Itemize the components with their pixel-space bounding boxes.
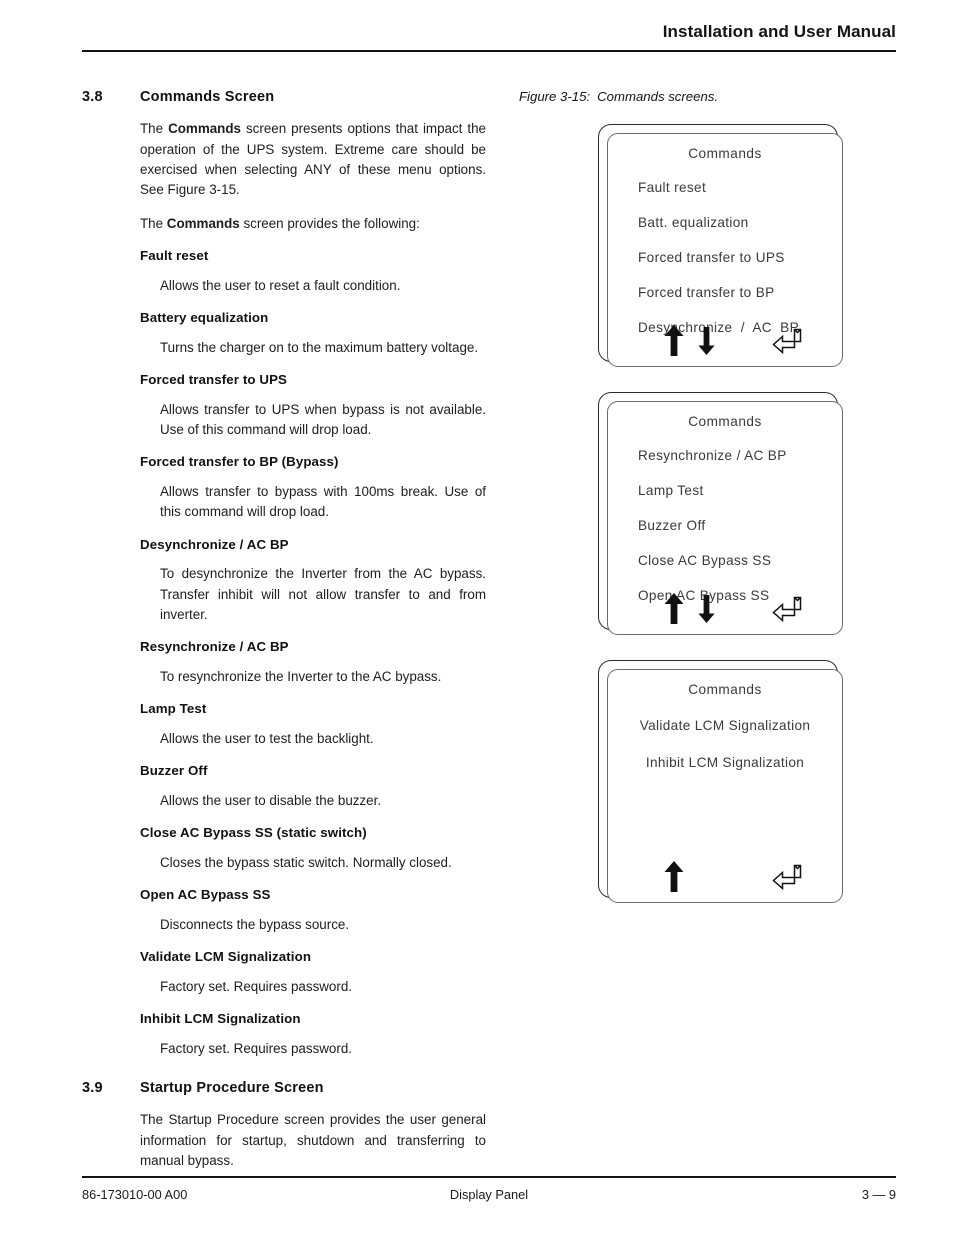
lcd-button-row <box>608 588 842 625</box>
intro-2-bold: Commands <box>166 215 240 231</box>
up-arrow-icon[interactable] <box>664 861 684 893</box>
term-battery-equalization: Battery equalization <box>140 309 269 325</box>
lcd-menu-item[interactable]: Inhibit LCM Signalization <box>608 755 842 771</box>
header-divider <box>82 50 896 53</box>
section-title: Commands Screen <box>140 89 275 105</box>
lcd-panel-2: Commands Resynchronize / AC BP Lamp Test… <box>598 392 846 638</box>
term-close-ac-bypass-ss: Close AC Bypass SS (static switch) <box>140 825 367 841</box>
definition-open-ac-bypass-ss: Disconnects the bypass source. <box>160 916 350 932</box>
definition-inhibit-lcm-signalization: Factory set. Requires password. <box>160 1040 353 1056</box>
section-3-8-intro-paragraph-1: The Commands screen presents options tha… <box>140 119 486 201</box>
section-3-9-intro-paragraph: The Startup Procedure screen provides th… <box>140 1112 486 1169</box>
definition-forced-transfer-to-bp: Allows transfer to bypass with 100ms bre… <box>160 483 486 520</box>
section-heading-3-8: 3.8 Commands Screen <box>82 88 486 106</box>
lcd-menu-item[interactable]: Batt. equalization <box>608 215 842 231</box>
enter-arrow-icon[interactable] <box>772 328 802 355</box>
lcd-menu-item[interactable]: Fault reset <box>608 181 842 196</box>
footer-divider <box>82 1176 896 1178</box>
definition-buzzer-off: Allows the user to disable the buzzer. <box>160 793 382 808</box>
down-arrow-icon[interactable] <box>698 327 715 356</box>
lcd-panel-1: Commands Fault reset Batt. equalization … <box>598 124 846 370</box>
section-title: Startup Procedure Screen <box>140 1080 324 1097</box>
up-arrow-icon[interactable] <box>664 325 684 357</box>
intro-1-bold: Commands <box>168 121 241 137</box>
figure-label: Figure 3-15: <box>519 89 591 104</box>
lcd-menu-item[interactable]: Resynchronize / AC BP <box>608 449 842 464</box>
section-3-8-intro-paragraph-2: The Commands screen provides the followi… <box>140 214 486 234</box>
term-validate-lcm-signalization: Validate LCM Signalization <box>140 949 312 965</box>
lcd-screen-title: Commands <box>688 414 762 430</box>
term-lamp-test: Lamp Test <box>140 701 207 717</box>
term-open-ac-bypass-ss: Open AC Bypass SS <box>140 887 271 903</box>
definition-close-ac-bypass-ss: Closes the bypass static switch. Normall… <box>160 854 452 870</box>
lcd-screen: Commands Resynchronize / AC BP Lamp Test… <box>607 401 843 636</box>
footer-row: 86-173010-00 A00 Display Panel 3 — 9 <box>82 1187 896 1205</box>
term-forced-transfer-to-ups: Forced transfer to UPS <box>140 371 288 387</box>
lcd-screen: Commands Fault reset Batt. equalization … <box>607 133 843 368</box>
section-number: 3.8 <box>82 89 103 105</box>
definition-battery-equalization: Turns the charger on to the maximum batt… <box>160 339 479 355</box>
definition-fault-reset: Allows the user to reset a fault conditi… <box>160 277 401 293</box>
enter-arrow-icon[interactable] <box>772 864 802 891</box>
left-column: 3.8 Commands Screen The Commands screen … <box>82 88 486 1185</box>
right-column: Figure 3-15: Commands screens. Commands F… <box>519 88 899 928</box>
section-heading-3-9: 3.9 Startup Procedure Screen <box>82 1079 486 1097</box>
term-buzzer-off: Buzzer Off <box>140 763 208 779</box>
chapter-name: Display Panel <box>449 1187 529 1202</box>
page-header: Installation and User Manual <box>82 22 896 53</box>
lcd-menu-item[interactable]: Forced transfer to BP <box>608 285 842 301</box>
down-arrow-icon[interactable] <box>698 595 715 624</box>
definition-forced-transfer-to-ups: Allows transfer to UPS when bypass is no… <box>160 401 486 437</box>
term-fault-reset: Fault reset <box>140 248 209 263</box>
lcd-menu-item[interactable]: Forced transfer to UPS <box>608 250 842 266</box>
lcd-menu-list: Fault reset Batt. equalization Forced tr… <box>608 181 842 336</box>
intro-2-post: screen provides the following: <box>239 215 420 231</box>
lcd-menu-list: Resynchronize / AC BP Lamp Test Buzzer O… <box>608 449 842 604</box>
intro-1-pre: The <box>140 121 169 137</box>
lcd-button-row <box>608 320 842 357</box>
lcd-menu-item[interactable]: Lamp Test <box>608 483 842 499</box>
lcd-menu-item[interactable]: Validate LCM Signalization <box>608 719 842 734</box>
enter-arrow-icon[interactable] <box>772 596 802 623</box>
page-footer: 86-173010-00 A00 Display Panel 3 — 9 <box>82 1176 896 1205</box>
figure-caption-text: Commands screens. <box>597 89 719 104</box>
definition-desynchronize-ac-bp: To desynchronize the Inverter from the A… <box>160 566 486 623</box>
definition-lamp-test: Allows the user to test the backlight. <box>160 731 374 747</box>
term-desynchronize-ac-bp: Desynchronize / AC BP <box>140 536 289 552</box>
lcd-menu-list: Validate LCM Signalization Inhibit LCM S… <box>608 719 842 771</box>
lcd-menu-item[interactable]: Buzzer Off <box>608 518 842 534</box>
up-arrow-icon[interactable] <box>664 593 684 625</box>
lcd-screen-title: Commands <box>688 682 762 698</box>
definition-validate-lcm-signalization: Factory set. Requires password. <box>160 978 353 994</box>
term-inhibit-lcm-signalization: Inhibit LCM Signalization <box>140 1011 301 1027</box>
lcd-button-row <box>608 856 842 893</box>
lcd-menu-item[interactable]: Close AC Bypass SS <box>608 553 842 569</box>
figure-caption: Figure 3-15: Commands screens. <box>519 88 899 106</box>
lcd-screen: Commands Validate LCM Signalization Inhi… <box>607 669 843 904</box>
page-number: 3 — 9 <box>861 1187 896 1202</box>
definition-resynchronize-ac-bp: To resynchronize the Inverter to the AC … <box>160 669 442 685</box>
section-number: 3.9 <box>82 1080 103 1097</box>
lcd-screen-title: Commands <box>688 146 762 162</box>
intro-2-pre: The <box>140 215 167 231</box>
lcd-panel-3: Commands Validate LCM Signalization Inhi… <box>598 660 846 906</box>
term-forced-transfer-to-bp: Forced transfer to BP (Bypass) <box>140 454 339 470</box>
term-resynchronize-ac-bp: Resynchronize / AC BP <box>140 639 289 655</box>
manual-title: Installation and User Manual <box>662 22 896 41</box>
